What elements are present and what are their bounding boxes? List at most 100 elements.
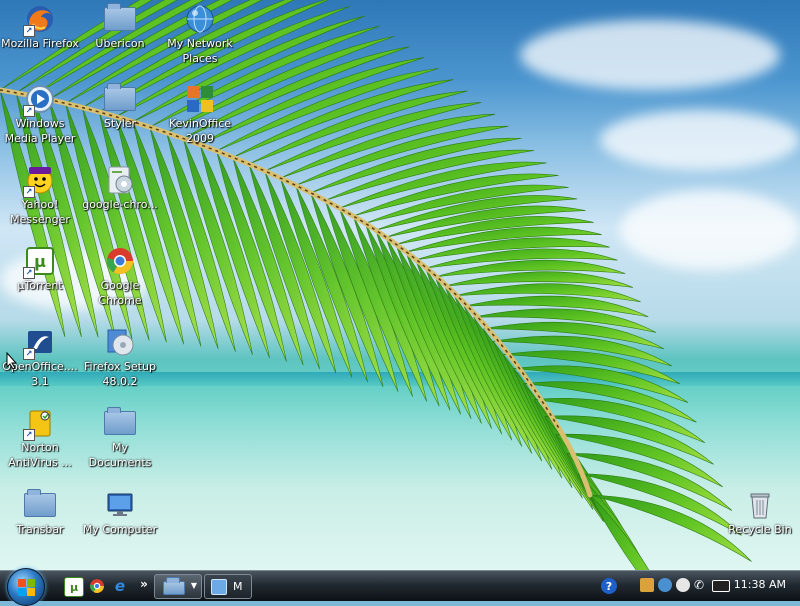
chevron-down-icon: ▼ <box>190 581 197 590</box>
svg-text:µ: µ <box>34 252 46 271</box>
palm-leaflet <box>295 125 509 186</box>
clock[interactable]: 11:38 AM <box>734 578 786 591</box>
folder-icon <box>163 577 185 595</box>
palm-leaflet <box>405 251 482 424</box>
icon-label: My Computer <box>82 523 158 536</box>
palm-leaflet <box>425 248 618 269</box>
palm-leaflet <box>395 216 594 245</box>
palm-leaflet <box>375 195 578 231</box>
cloud <box>620 190 800 270</box>
yahoo-messenger-icon: ↗ <box>23 163 57 198</box>
palm-leaflet <box>577 473 648 570</box>
palm-leaflet <box>183 138 253 355</box>
icon-label: Firefox Setup 48.0.2 <box>84 360 156 388</box>
palm-leaflet <box>248 163 321 370</box>
icon-label: My Network Places <box>167 37 233 65</box>
palm-leaflet <box>533 399 615 536</box>
quicklaunch-chrome-icon[interactable] <box>88 577 106 595</box>
palm-leaflet <box>483 328 563 479</box>
palm-leaflet <box>473 308 657 333</box>
desktop-icon-transbar[interactable]: Transbar <box>0 488 80 537</box>
palm-leaflet <box>523 383 604 523</box>
desktop-icon-yahoo[interactable]: ↗ Yahoo! Messenger <box>0 163 80 227</box>
help-icon[interactable]: ? <box>601 578 617 594</box>
taskbar: µ e » ▼ M ? ✆ 11:38 AM <box>0 568 800 606</box>
tray-status-icon[interactable] <box>676 578 690 592</box>
desktop-icon-firefox[interactable]: ↗ Mozilla Firefox <box>0 2 80 51</box>
desktop-icon-kevinoffice[interactable]: KevinOffice 2009 <box>160 82 240 146</box>
desktop-icon-wmp[interactable]: ↗ Windows Media Player <box>0 82 80 146</box>
palm-leaflet <box>555 434 638 565</box>
recycle-bin-icon <box>743 488 777 522</box>
palm-leaflet <box>435 259 626 278</box>
palm-leaflet <box>434 276 513 441</box>
desktop-icon-firefox-setup[interactable]: Firefox Setup 48.0.2 <box>80 325 160 389</box>
chrome-icon <box>103 244 137 278</box>
palm-leaflet <box>353 173 559 217</box>
palm-leaflet <box>523 381 697 423</box>
firefox-icon: ↗ <box>23 2 57 37</box>
palm-leaflet <box>473 317 553 470</box>
start-button[interactable] <box>7 568 45 606</box>
tray-phone-icon[interactable]: ✆ <box>694 578 708 592</box>
palm-leaflet <box>566 453 733 511</box>
palm-leaflet <box>365 184 569 224</box>
desktop-icon-network[interactable]: My Network Places <box>160 2 240 66</box>
palm-leaflet <box>339 207 413 397</box>
tray-battery-icon[interactable] <box>712 580 730 592</box>
palm-leaflet <box>324 200 399 392</box>
tray-network-icon[interactable] <box>658 578 672 592</box>
palm-leaflet <box>589 494 650 570</box>
utorrent-icon: µ ↗ <box>23 244 57 279</box>
palm-leaflet <box>199 144 270 359</box>
window-icon <box>211 579 227 595</box>
palm-leaflet <box>280 177 353 378</box>
windows-logo-icon <box>27 588 35 596</box>
network-globe-icon <box>183 2 217 36</box>
icon-label: Norton AntiVirus ... <box>8 441 72 469</box>
icon-label: google-chro... <box>82 198 158 211</box>
icon-label: Recycle Bin <box>728 523 792 536</box>
cloud <box>600 110 800 170</box>
palm-leaflet <box>248 90 468 165</box>
desktop-icon-chrome[interactable]: Google Chrome <box>80 244 160 308</box>
desktop-icon-recycle[interactable]: Recycle Bin <box>720 488 800 537</box>
desktop-icon-ubericon[interactable]: Ubericon <box>80 2 160 51</box>
palm-leaflet <box>415 237 610 261</box>
openoffice-icon: ↗ <box>23 325 57 360</box>
cloud <box>520 20 780 90</box>
taskbar-folder-group-button[interactable]: ▼ <box>154 574 202 599</box>
folder-icon <box>103 2 137 36</box>
palm-leaflet <box>444 271 634 288</box>
desktop-icon-mycomputer[interactable]: My Computer <box>80 488 160 537</box>
desktop-icon-norton[interactable]: ↗ Norton AntiVirus ... <box>0 406 80 470</box>
palm-leaflet <box>566 453 645 570</box>
palm-leaflet <box>444 285 523 447</box>
taskbar-window-button[interactable]: M <box>204 574 252 599</box>
palm-leaflet <box>492 341 573 489</box>
desktop-icon-utorrent[interactable]: µ ↗ µTorrent <box>0 244 80 293</box>
documents-folder-icon <box>103 406 137 440</box>
palm-leaflet <box>405 226 602 253</box>
desktop-icon-mydocs[interactable]: My Documents <box>80 406 160 470</box>
folder-icon <box>23 488 57 522</box>
desktop-icon-chrome-installer[interactable]: google-chro... <box>80 163 160 212</box>
windows-logo-icon <box>18 588 26 596</box>
palm-leaflet <box>310 192 384 387</box>
palm-leaflet <box>385 237 462 415</box>
desktop-icon-styler[interactable]: Styler <box>80 82 160 131</box>
palm-leaflet <box>264 102 482 172</box>
quicklaunch-overflow-icon[interactable]: » <box>135 575 153 593</box>
palm-leaflet <box>216 150 287 362</box>
palm-leaflet <box>232 79 454 158</box>
icon-label: Styler <box>103 117 137 130</box>
desktop[interactable]: ↗ Mozilla Firefox Ubericon My Network Pl… <box>0 0 800 570</box>
mouse-cursor-icon <box>6 352 18 370</box>
taskbar-button-label: M <box>233 580 243 593</box>
tray-people-icon[interactable] <box>640 578 654 592</box>
palm-leaflet <box>166 132 236 352</box>
quicklaunch-utorrent-icon[interactable]: µ <box>64 577 84 597</box>
quicklaunch-ie-icon[interactable]: e <box>111 577 129 595</box>
palm-leaflet <box>533 398 706 444</box>
icon-label: Windows Media Player <box>4 117 76 145</box>
